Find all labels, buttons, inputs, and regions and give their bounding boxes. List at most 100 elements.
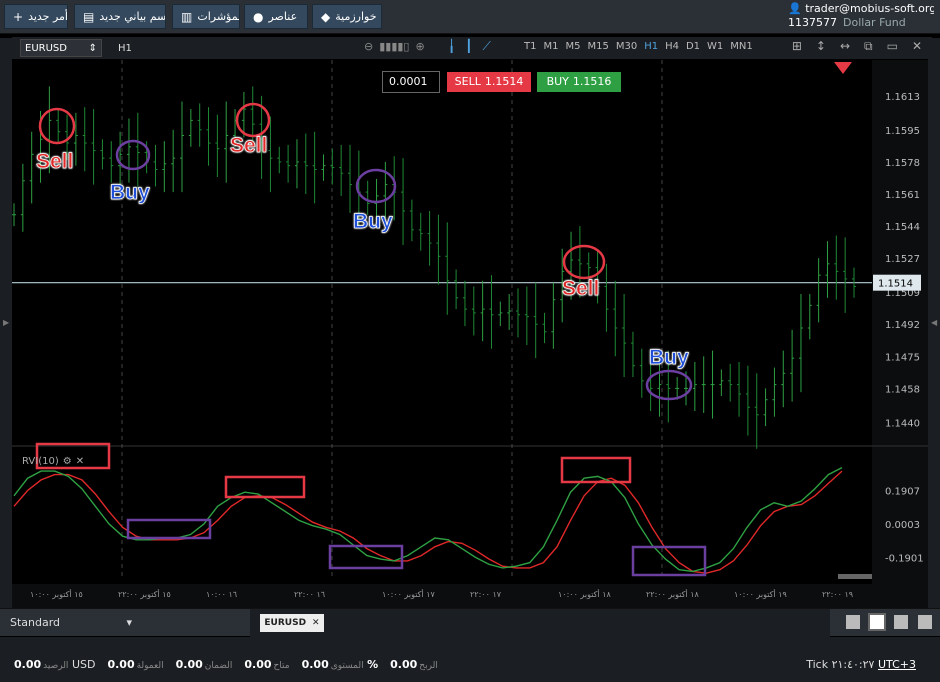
new-chart-button[interactable]: ▤ رسم بياني جديد — [74, 4, 166, 29]
sell-annotation: Sell — [562, 277, 600, 301]
chart-right-tools: ⊞ ↕ ↔ ⧉ ▭ ✕ — [792, 39, 922, 54]
commission-stat: 0.00 العمولة — [107, 658, 164, 671]
buy-annotation: Buy — [649, 346, 689, 370]
chevron-down-icon: ▾ — [126, 616, 132, 629]
quantity-input[interactable]: 0.0001 — [382, 71, 440, 93]
time-tick-label: ١٧ ٢٢:٠٠ — [470, 590, 502, 599]
period-h1[interactable]: H1 — [644, 41, 658, 52]
crosshair-icon[interactable]: ⊞ — [792, 39, 802, 54]
horizontal-line-icon[interactable]: ↔ — [840, 39, 850, 54]
price-tick-label: 1.1440 — [885, 418, 920, 429]
close-icon[interactable]: ✕ — [76, 456, 84, 467]
price-tick-label: 1.1475 — [885, 352, 920, 363]
time-tick-label: ١٨ أكتوبر ٢٢:٠٠ — [646, 589, 700, 599]
rvi-signal-line — [13, 470, 843, 574]
buy-circle — [355, 168, 397, 204]
right-side-panel[interactable]: ◀ — [928, 38, 940, 608]
period-m1[interactable]: M1 — [543, 41, 558, 52]
time-tick-label: ١٧ أكتوبر ١٠:٠٠ — [382, 589, 436, 599]
profit-stat: 0.00 الربح — [390, 658, 438, 671]
chart-tab-eurusd[interactable]: EURUSD ✕ — [260, 614, 324, 632]
algorithm-button[interactable]: ◆ خوارزمية — [312, 4, 382, 29]
period-w1[interactable]: W1 — [707, 41, 723, 52]
indicator-label: RVI(10) ⚙ ✕ — [22, 456, 85, 467]
line-chart-icon[interactable]: ⟋ — [482, 39, 490, 54]
layout-grid-icon[interactable] — [868, 613, 886, 631]
detach-icon[interactable]: ⧉ — [864, 39, 873, 54]
plus-icon: + — [13, 9, 24, 24]
layout-rows-icon[interactable] — [918, 615, 932, 629]
indicators-button[interactable]: ▥ المؤشرات — [172, 4, 240, 29]
balance-stat: 0.00 الرصيد USD — [14, 658, 96, 671]
bar-chart-icon[interactable]: ╽ — [448, 39, 455, 54]
period-m15[interactable]: M15 — [587, 41, 608, 52]
close-icon[interactable]: ✕ — [312, 618, 320, 628]
rvi-tick-label: 0.0003 — [885, 520, 920, 531]
chevron-left-icon: ◀ — [931, 318, 938, 327]
account-number: 1137577 — [788, 16, 837, 29]
free-margin-stat: 0.00 متاح — [244, 658, 290, 671]
template-select[interactable]: Standard ▾ — [10, 616, 132, 629]
time-tick-label: ١٥ أكتوبر ٢٢:٠٠ — [118, 589, 171, 599]
period-mn1[interactable]: MN1 — [730, 41, 752, 52]
time-tick-label: ١٨ أكتوبر ١٠:٠٠ — [558, 589, 612, 599]
layout-columns-icon[interactable] — [894, 615, 908, 629]
vertical-line-icon[interactable]: ↕ — [816, 39, 826, 54]
period-h4[interactable]: H4 — [665, 41, 679, 52]
zoom-out-icon[interactable]: ⊖ — [364, 40, 373, 53]
sell-annotation: Sell — [230, 134, 268, 158]
buy-circle — [645, 369, 693, 401]
new-order-button[interactable]: + أمر جديد — [4, 4, 68, 29]
level-stat: 0.00 المستوى % — [301, 658, 379, 671]
period-selector: T1 M1 M5 M15 M30 H1 H4 D1 W1 MN1 — [524, 41, 753, 52]
zoom-control: ⊖ ▮▮▮▮▯ ⊕ — [364, 40, 425, 53]
layout-single-icon[interactable] — [846, 615, 860, 629]
server-time: Tick ٢١:٤٠:٢٧ UTC+3 — [806, 658, 916, 671]
gear-icon[interactable]: ⚙ — [63, 456, 72, 467]
candle-chart-icon[interactable]: ┃ — [465, 39, 472, 54]
bars-icon: ▥ — [181, 9, 193, 24]
account-info[interactable]: 👤 trader@mobius-soft.org 1137577 Dollar F… — [788, 2, 934, 30]
zoom-in-icon[interactable]: ⊕ — [416, 40, 425, 53]
chart-toolbar: EURUSD ⇕ H1 ⊖ ▮▮▮▮▯ ⊕ ╽ ┃ ⟋ T1 M1 M5 M15 M30… — [12, 37, 932, 59]
price-chart[interactable]: 1.1613 1.1595 1.1578 1.1561 1.1544 1.1527 1.15… — [12, 60, 928, 608]
left-side-panel[interactable]: ▶ — [0, 38, 12, 608]
top-bar: + أمر جديد ▤ رسم بياني جديد ▥ المؤشرات ●… — [0, 0, 940, 34]
period-m30[interactable]: M30 — [616, 41, 637, 52]
buy-button[interactable]: BUY 1.1516 — [537, 72, 621, 92]
sell-annotation: Sell — [36, 150, 74, 174]
price-tick-label: 1.1578 — [885, 158, 920, 169]
price-tick-label: 1.1544 — [885, 222, 920, 233]
time-tick-label: ١٦ ٢٢:٠٠ — [294, 590, 325, 599]
current-price-label: 1.1514 — [878, 279, 913, 290]
user-icon: 👤 — [788, 2, 802, 15]
close-icon[interactable]: ✕ — [912, 39, 922, 54]
shapes-icon: ● — [253, 9, 264, 24]
price-tick-label: 1.1595 — [885, 126, 920, 137]
chart-tabs: EURUSD ✕ — [250, 609, 830, 637]
period-d1[interactable]: D1 — [686, 41, 700, 52]
buy-box — [328, 544, 404, 570]
zoom-slider[interactable]: ▮▮▮▮▯ — [379, 40, 409, 53]
objects-button[interactable]: ● عناصر — [244, 4, 308, 29]
time-tick-label: ١٦ ١٠:٠٠ — [206, 590, 237, 599]
maximize-icon[interactable]: ▭ — [887, 39, 898, 54]
chart-icon: ▤ — [83, 9, 95, 24]
rvi-tick-label: -0.1901 — [885, 553, 924, 564]
chevron-updown-icon: ⇕ — [88, 42, 97, 54]
period-m5[interactable]: M5 — [565, 41, 580, 52]
price-tick-label: 1.1492 — [885, 320, 920, 331]
chart-scrollbar — [838, 574, 872, 579]
layout-selector — [846, 613, 932, 631]
sell-button[interactable]: SELL 1.1514 — [447, 72, 531, 92]
symbol-select[interactable]: EURUSD ⇕ — [20, 39, 102, 57]
margin-stat: 0.00 الضمان — [175, 658, 233, 671]
price-tick-label: 1.1527 — [885, 254, 920, 265]
bottom-bar: Standard ▾ EURUSD ✕ — [0, 608, 940, 637]
status-bar: 0.00 الرصيد USD 0.00 العمولة 0.00 الضمان 0.… — [0, 637, 940, 682]
price-tick-label: 1.1613 — [885, 92, 920, 103]
price-tick-label: 1.1458 — [885, 384, 920, 395]
chevron-right-icon: ▶ — [3, 318, 10, 327]
timezone-select[interactable]: UTC+3 — [878, 658, 916, 671]
period-t1[interactable]: T1 — [524, 41, 536, 52]
